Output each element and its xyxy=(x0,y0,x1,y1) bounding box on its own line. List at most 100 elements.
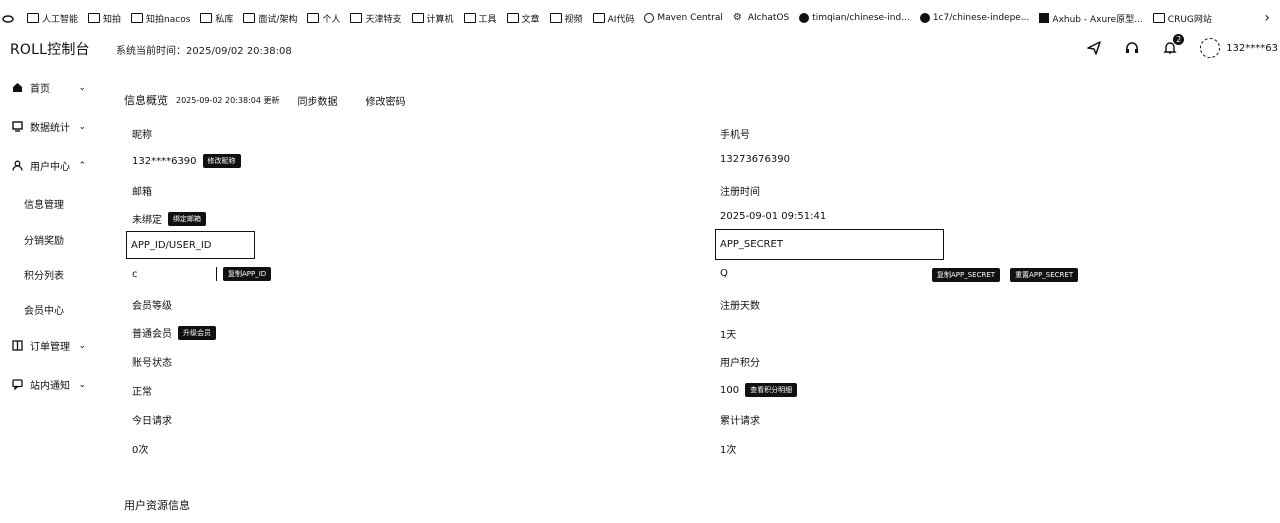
more-bookmarks-icon[interactable]: › xyxy=(1264,10,1270,26)
bookmark-label: 文章 xyxy=(521,14,540,25)
app-id-label: APP_ID/USER_ID xyxy=(131,239,212,251)
bookmark-item[interactable]: Axhub - Axure原型... xyxy=(1039,12,1143,25)
app-header: ROLL控制台 系统当前时间：2025/09/02 20:38:08 2 132… xyxy=(0,34,1280,60)
bookmark-label: 知拍 xyxy=(103,14,122,25)
bookmark-label: AI代码 xyxy=(607,14,635,25)
bookmark-item[interactable]: 个人 xyxy=(307,12,340,25)
headset-icon[interactable] xyxy=(1124,40,1140,56)
book-icon xyxy=(12,340,23,351)
maven-icon xyxy=(644,13,655,23)
message-icon xyxy=(12,379,23,390)
folder-icon xyxy=(131,13,144,23)
folder-icon xyxy=(350,13,363,23)
bookmark-item[interactable]: CRUG网站 xyxy=(1152,12,1212,25)
bookmark-item[interactable]: 知拍nacos xyxy=(131,12,190,25)
copy-app-secret-button[interactable]: 复制APP_SECRET xyxy=(932,268,1001,282)
sync-data-button[interactable]: 同步数据 xyxy=(298,93,338,108)
sidebar-item-notifications[interactable]: 站内通知 ⌄ xyxy=(12,377,100,392)
user-icon xyxy=(12,160,23,171)
sidebar-subitem-membership[interactable]: 会员中心 xyxy=(24,302,64,317)
bookmark-item[interactable]: 天津特支 xyxy=(350,12,402,25)
bookmark-cloud[interactable] xyxy=(2,13,17,23)
total-requests-value: 1次 xyxy=(720,445,737,456)
reg-time-value: 2025-09-01 09:51:41 xyxy=(720,211,827,222)
home-icon xyxy=(12,82,23,93)
bookmark-label: 知拍nacos xyxy=(146,14,191,25)
folder-icon xyxy=(411,13,424,23)
account-status-value: 正常 xyxy=(132,387,152,398)
app-id-value-row: c 复制APP_ID xyxy=(132,267,272,281)
change-password-button[interactable]: 修改密码 xyxy=(366,93,406,108)
bookmark-item[interactable]: timqian/chinese-ind... xyxy=(799,13,910,23)
sidebar-item-user-center[interactable]: 用户中心 ⌃ xyxy=(12,158,100,173)
total-requests-label: 累计请求 xyxy=(720,416,760,427)
email-value: 未绑定 xyxy=(132,215,162,226)
bookmark-item[interactable]: Maven Central xyxy=(644,13,723,23)
sidebar-item-label: 用户中心 xyxy=(30,162,70,173)
avatar[interactable] xyxy=(1200,38,1221,58)
today-requests-label: 今日请求 xyxy=(132,416,172,427)
email-label: 邮箱 xyxy=(132,187,152,198)
app-secret-actions: 复制APP_SECRET 重置APP_SECRET xyxy=(926,268,1079,282)
send-icon[interactable] xyxy=(1086,40,1102,56)
bookmark-item[interactable]: 面试/架构 xyxy=(243,12,297,25)
today-requests-value: 0次 xyxy=(132,445,149,456)
member-level-label: 会员等级 xyxy=(132,301,172,312)
bookmark-item[interactable]: 私库 xyxy=(200,12,233,25)
reg-days-value: 1天 xyxy=(720,330,737,341)
sidebar-item-home[interactable]: 首页 ⌄ xyxy=(12,80,100,95)
sidebar-item-label: 订单管理 xyxy=(30,342,70,353)
folder-icon xyxy=(549,13,562,23)
info-overview-header: 信息概览 2025-09-02 20:38:04 更新 同步数据 修改密码 xyxy=(124,92,434,108)
sidebar-subitem-distribution[interactable]: 分销奖励 xyxy=(24,232,64,247)
system-time: 系统当前时间：2025/09/02 20:38:08 xyxy=(116,46,292,57)
nickname-value-row: 132****6390 修改昵称 xyxy=(132,154,241,168)
bind-email-button[interactable]: 绑定邮箱 xyxy=(168,211,206,226)
bookmark-item[interactable]: AI代码 xyxy=(592,12,635,25)
user-points-row: 100 查看积分明细 xyxy=(720,383,798,397)
bookmarks-bar: 人工智能 知拍 知拍nacos 私库 面试/架构 个人 天津特支 计算机 工具 … xyxy=(0,0,1280,36)
user-resources-title: 用户资源信息 xyxy=(124,499,190,512)
sidebar-item-orders[interactable]: 订单管理 ⌄ xyxy=(12,338,100,353)
account-status-label: 账号状态 xyxy=(132,358,172,369)
bookmark-item[interactable]: 工具 xyxy=(463,12,497,25)
member-level-value: 普通会员 xyxy=(132,329,172,340)
sidebar-subitem-info[interactable]: 信息管理 xyxy=(24,196,64,211)
bookmark-item[interactable]: 1c7/chinese-indepe... xyxy=(919,13,1029,23)
bookmark-item[interactable]: 知拍 xyxy=(88,12,121,25)
edit-nickname-button[interactable]: 修改昵称 xyxy=(202,154,241,168)
app-id-value[interactable]: c xyxy=(132,269,138,280)
bookmark-item[interactable]: ⚙ AIchatOS xyxy=(733,13,789,24)
copy-app-id-button[interactable]: 复制APP_ID xyxy=(223,267,272,281)
bookmark-item[interactable]: 计算机 xyxy=(411,12,454,25)
bookmark-label: Axhub - Axure原型... xyxy=(1052,14,1143,25)
sidebar-item-label: 首页 xyxy=(30,84,50,95)
bookmark-label: 视频 xyxy=(564,14,583,25)
folder-icon xyxy=(463,13,476,23)
app-secret-value[interactable]: Q xyxy=(720,268,728,279)
bookmark-label: timqian/chinese-ind... xyxy=(812,13,910,23)
bookmark-item[interactable]: 文章 xyxy=(506,12,540,25)
bookmark-label: Maven Central xyxy=(657,13,723,23)
user-points-label: 用户积分 xyxy=(720,358,760,369)
bookmark-label: 人工智能 xyxy=(42,14,79,25)
folder-icon xyxy=(88,13,101,23)
chevron-down-icon: ⌄ xyxy=(78,121,86,132)
bell-icon[interactable]: 2 xyxy=(1162,34,1185,56)
folder-icon xyxy=(592,13,605,23)
reset-app-secret-button[interactable]: 重置APP_SECRET xyxy=(1010,268,1079,282)
phone-label: 手机号 xyxy=(720,130,750,141)
nickname-label: 昵称 xyxy=(132,130,152,141)
sidebar-item-stats[interactable]: 数据统计 ⌄ xyxy=(12,119,100,134)
chart-icon xyxy=(12,121,23,132)
sidebar-subitem-points[interactable]: 积分列表 xyxy=(24,267,64,282)
bookmark-label: 天津特支 xyxy=(365,14,402,25)
bookmark-item[interactable]: 视频 xyxy=(549,12,583,25)
chevron-down-icon: ⌄ xyxy=(78,340,86,351)
folder-icon xyxy=(27,13,39,23)
bookmark-item[interactable]: 人工智能 xyxy=(27,12,78,25)
view-points-detail-button[interactable]: 查看积分明细 xyxy=(745,383,798,397)
user-name[interactable]: 132****63 xyxy=(1226,43,1278,54)
app-logo[interactable]: ROLL控制台 xyxy=(10,39,90,59)
upgrade-member-button[interactable]: 升级会员 xyxy=(178,325,216,340)
